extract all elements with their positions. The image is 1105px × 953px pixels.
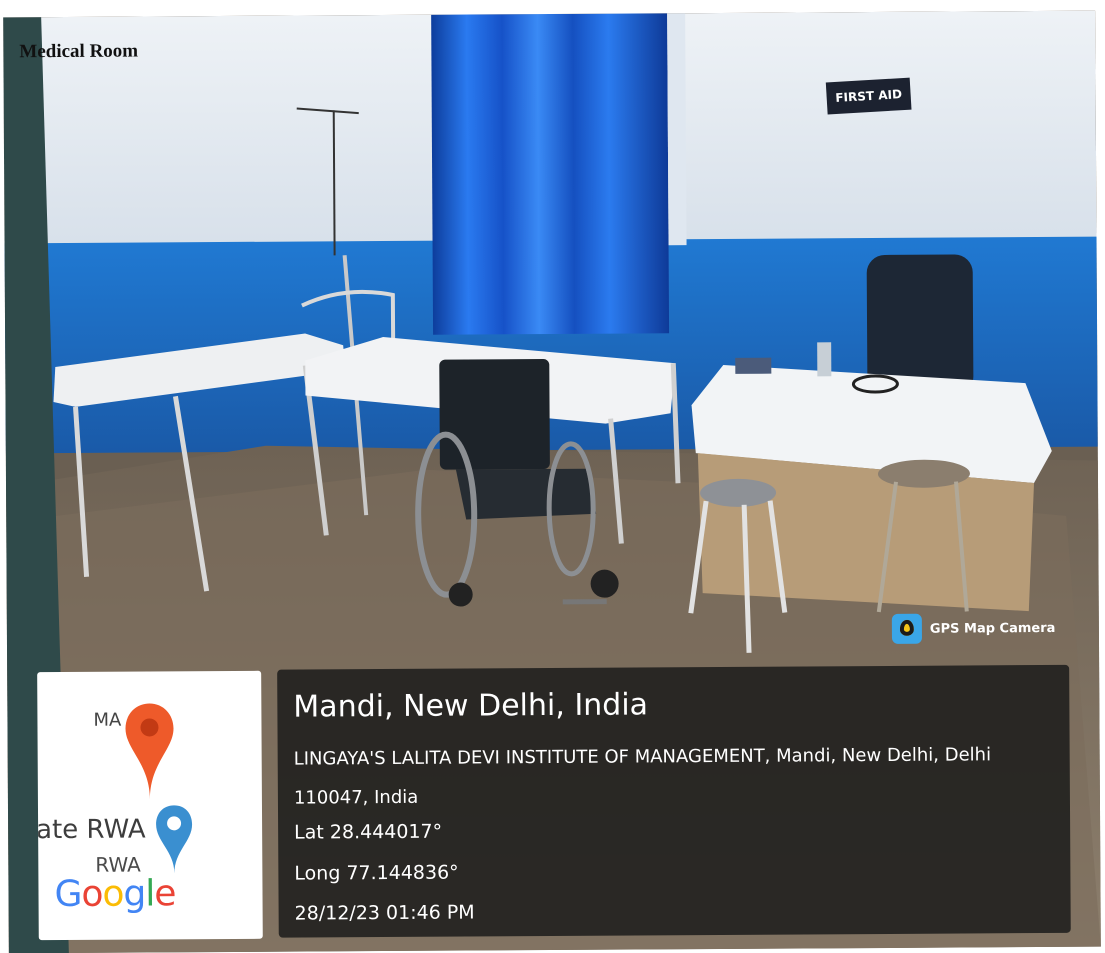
timestamp: 28/12/23 01:46 PM bbox=[294, 901, 475, 925]
google-logo: Google bbox=[54, 873, 176, 916]
full-address: LINGAYA'S LALITA DEVI INSTITUTE OF MANAG… bbox=[293, 744, 992, 809]
location-pin-red-icon bbox=[125, 703, 174, 800]
place-name: Mandi, New Delhi, India bbox=[293, 687, 649, 725]
photo-caption: Medical Room bbox=[19, 40, 139, 63]
longitude: Long 77.144836° bbox=[294, 861, 459, 885]
map-label-top: MA bbox=[93, 709, 122, 731]
map-thumbnail: MA ate RWA RWA Google bbox=[37, 670, 263, 941]
map-label-rwa-large: ate RWA bbox=[37, 814, 146, 846]
gps-map-camera-app-icon bbox=[891, 613, 922, 644]
location-pin-blue-icon bbox=[156, 805, 193, 874]
location-info-panel: Mandi, New Delhi, India LINGAYA'S LALITA… bbox=[277, 664, 1071, 938]
gps-map-camera-badge: GPS Map Camera bbox=[891, 613, 1056, 644]
gps-app-name: GPS Map Camera bbox=[929, 620, 1056, 637]
first-aid-sign: FIRST AID bbox=[825, 77, 912, 115]
latitude: Lat 28.444017° bbox=[294, 820, 443, 844]
photo: Medical Room FIRST AID GPS Map Camera MA… bbox=[3, 10, 1101, 953]
